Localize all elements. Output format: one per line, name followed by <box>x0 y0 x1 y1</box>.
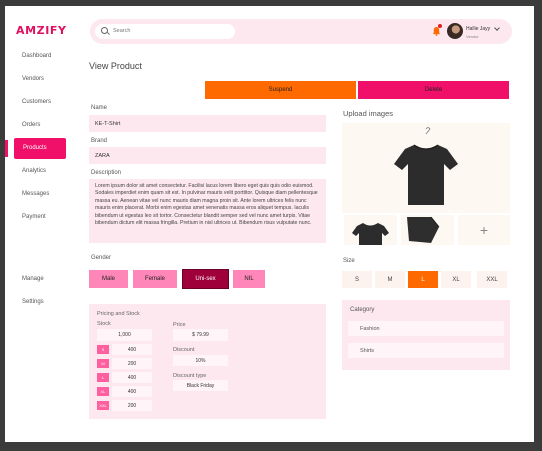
product-thumb-2[interactable] <box>401 215 454 245</box>
sidebar-item-manage[interactable]: Manage <box>22 276 44 282</box>
stock-qty-field[interactable]: 400 <box>112 386 152 397</box>
category-title: Category <box>350 307 375 313</box>
stock-qty-field[interactable]: 400 <box>112 344 152 355</box>
product-thumb-1[interactable] <box>344 215 397 245</box>
category-item-shirts[interactable]: Shirts <box>348 343 504 358</box>
stock-label: Stock <box>97 321 111 327</box>
stock-size-tag: XL <box>97 387 109 396</box>
sidebar-item-orders[interactable]: Orders <box>22 122 40 128</box>
gender-label: Gender <box>91 255 112 261</box>
sidebar-item-messages[interactable]: Messages <box>22 191 49 197</box>
page-title: View Product <box>89 61 142 71</box>
brand-field[interactable]: ZARA <box>89 147 326 164</box>
size-option-m[interactable]: M <box>375 271 405 288</box>
stock-total-field[interactable]: 1,000 <box>97 329 152 341</box>
stock-size-tag: XXL <box>97 401 109 410</box>
user-name: Hallie Jayy <box>466 26 491 32</box>
pricing-title: Pricing and Stock <box>97 311 140 317</box>
price-field[interactable]: $ 79.99 <box>173 329 228 341</box>
discount-type-field[interactable]: Black Friday <box>173 380 228 391</box>
discount-type-label: Discount type <box>173 373 207 379</box>
stock-size-tag: L <box>97 373 109 382</box>
gender-option-nil[interactable]: NIL <box>233 270 265 288</box>
sidebar-item-settings[interactable]: Settings <box>22 299 44 305</box>
gender-option-unisex[interactable]: Uni-sex <box>182 269 229 289</box>
name-field[interactable]: KE-T-Shirt <box>89 115 326 132</box>
sidebar-item-products-label: Products <box>23 145 47 151</box>
user-role: Vendor <box>466 34 479 39</box>
stock-qty-field[interactable]: 200 <box>112 400 152 411</box>
discount-label: Discount <box>173 347 195 353</box>
app-logo[interactable]: AMZIFY <box>16 24 67 37</box>
brand-label: Brand <box>91 138 108 144</box>
avatar[interactable] <box>447 23 463 39</box>
sidebar-item-analytics[interactable]: Analytics <box>22 168 46 174</box>
size-option-xl[interactable]: XL <box>441 271 471 288</box>
tshirt-thumb-image <box>352 223 389 245</box>
stock-qty-field[interactable]: 400 <box>112 372 152 383</box>
category-item-fashion[interactable]: Fashion <box>348 321 504 336</box>
name-label: Name <box>91 105 108 111</box>
delete-button[interactable]: Delete <box>358 81 509 99</box>
active-indicator <box>5 140 8 157</box>
size-option-xxl[interactable]: XXL <box>477 271 507 288</box>
gender-option-male[interactable]: Male <box>89 270 128 288</box>
tshirt-thumb-image <box>407 216 440 243</box>
size-option-l[interactable]: L <box>408 271 438 288</box>
notification-dot <box>438 24 442 28</box>
size-option-s[interactable]: S <box>342 271 372 288</box>
add-image-button[interactable]: + <box>458 215 510 245</box>
stock-qty-field[interactable]: 200 <box>112 358 152 369</box>
sidebar-item-payment[interactable]: Payment <box>22 214 46 220</box>
product-image-main[interactable] <box>342 123 510 213</box>
tshirt-image <box>394 127 458 205</box>
discount-field[interactable]: 10% <box>173 355 228 366</box>
search-icon <box>101 27 108 34</box>
search-placeholder: Search <box>113 28 131 34</box>
sidebar-item-customers[interactable]: Customers <box>22 99 51 105</box>
price-label: Price <box>173 322 186 328</box>
upload-images-label: Upload images <box>343 109 394 118</box>
app-frame: AMZIFY Dashboard Vendors Customers Order… <box>5 6 534 442</box>
stock-size-tag: S <box>97 345 109 354</box>
sidebar-item-dashboard[interactable]: Dashboard <box>22 53 51 59</box>
suspend-button[interactable]: Suspend <box>205 81 356 99</box>
size-label: Size <box>343 258 355 264</box>
gender-option-female[interactable]: Female <box>133 270 177 288</box>
sidebar-item-vendors[interactable]: Vendors <box>22 76 44 82</box>
description-label: Description <box>91 170 122 176</box>
stock-size-tag: M <box>97 359 109 368</box>
description-field[interactable]: Lorem ipsum dolor sit amet consectetur. … <box>89 179 326 243</box>
